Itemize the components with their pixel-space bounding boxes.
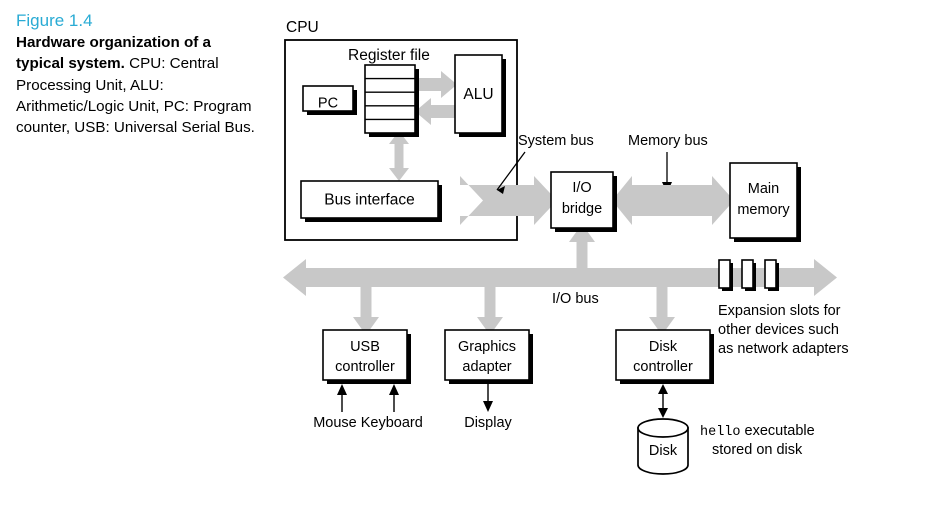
disk-controller-box: Disk controller [615,329,714,384]
main-memory-line2: memory [737,202,790,218]
disk-label: Disk [649,443,678,459]
hello-mono-text: hello [700,425,741,440]
hello-executable-caption: hello executable stored on disk [700,423,815,458]
expansion-slots-line1: Expansion slots for [718,303,841,319]
io-bridge-line2: bridge [562,201,602,217]
usb-controller-box: USB controller [322,329,411,384]
svg-text:hello executable: hello executable [700,423,815,440]
io-bridge-box: I/O bridge [550,171,617,232]
disk-controller-line1: Disk [649,339,678,355]
graphics-adapter-box: Graphics adapter [444,329,533,384]
stored-on-disk-text: stored on disk [712,442,803,458]
mouse-to-usb-arrow [337,384,347,412]
hello-rest-text: executable [741,423,815,439]
hardware-organization-diagram: CPU Register file PC ALU Bus interface S… [283,19,849,475]
memory-bus-arrow [612,176,734,225]
cpu-label: CPU [286,19,319,36]
io-bridge-line1: I/O [572,180,591,196]
io-bus-label: I/O bus [552,291,599,307]
pc-label: PC [318,95,338,111]
display-label: Display [464,415,512,431]
alu-box: ALU [454,54,506,137]
expansion-slots-line2: other devices such [718,322,839,338]
memory-bus-label: Memory bus [628,133,708,149]
main-memory-line1: Main [748,181,779,197]
pc-box: PC [302,85,357,115]
main-memory-box: Main memory [729,162,801,242]
graphics-adapter-line1: Graphics [458,339,516,355]
keyboard-to-usb-arrow [389,384,399,412]
system-bus-label: System bus [518,133,594,149]
alu-label: ALU [463,86,493,103]
register-file-box [364,64,419,137]
bus-interface-box: Bus interface [300,180,442,222]
disk-cylinder: Disk [637,418,689,475]
disk-controller-line2: controller [633,359,693,375]
bus-interface-label: Bus interface [324,192,414,209]
register-file-label: Register file [348,47,430,64]
diskcontroller-disk-arrow [658,384,668,418]
expansion-slots [718,259,779,291]
io-bus-to-graphics-arrow [477,287,503,335]
usb-controller-line2: controller [335,359,395,375]
graphics-adapter-line2: adapter [462,359,511,375]
usb-controller-line1: USB [350,339,380,355]
expansion-slots-line3: as network adapters [718,341,849,357]
io-bus-to-usb-arrow [353,287,379,335]
graphics-to-display-arrow [483,384,493,412]
io-bus-to-disk-arrow [649,287,675,335]
mouse-keyboard-label: Mouse Keyboard [313,415,423,431]
